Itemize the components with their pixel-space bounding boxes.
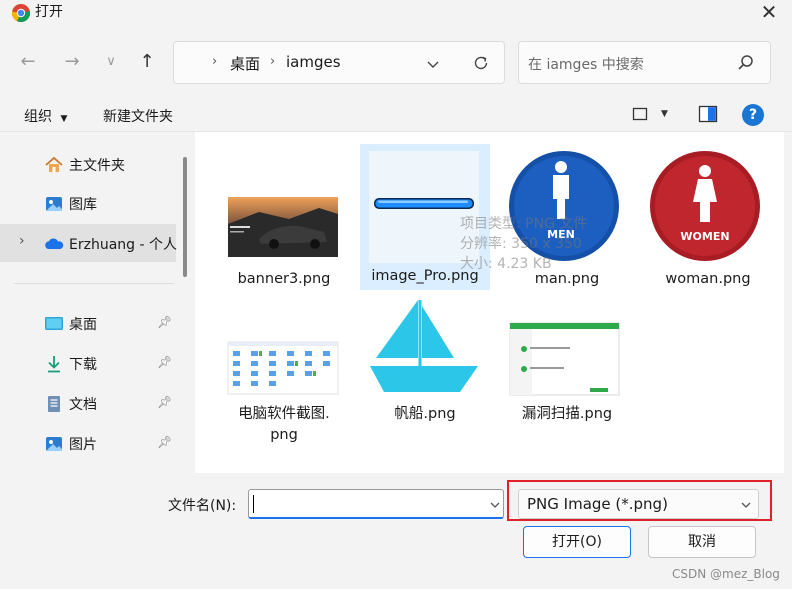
view-mode-icon[interactable] <box>632 106 648 122</box>
refresh-icon[interactable] <box>472 54 490 72</box>
sidebar-scrollbar[interactable] <box>183 157 187 277</box>
address-bar[interactable]: › 桌面 › iamges <box>173 41 505 84</box>
tooltip-type: 项目类型: PNG 文件 <box>460 216 588 232</box>
file-name: woman.png <box>665 271 751 287</box>
file-name: 帆船.png <box>394 406 456 422</box>
chrome-icon <box>12 4 31 23</box>
banner3-thumbnail <box>228 197 338 257</box>
sidebar-item-label: Erzhuang - 个人 <box>69 237 177 253</box>
caret-down-icon: ▼ <box>60 114 68 124</box>
title-bar: 打开 ✕ <box>0 0 792 26</box>
sidebar-item-label: 图库 <box>69 197 97 213</box>
search-icon[interactable] <box>736 53 756 73</box>
software-screenshot-thumbnail <box>227 341 339 395</box>
forward-button[interactable]: → <box>58 48 86 76</box>
sidebar-item-gallery[interactable]: 图库 <box>0 184 176 222</box>
filename-label: 文件名(N): <box>168 498 237 514</box>
sidebar-item-documents[interactable]: 文档 📌︎ <box>0 384 176 422</box>
woman-sign-thumbnail: WOMEN <box>650 151 760 261</box>
new-folder-button[interactable]: 新建文件夹 <box>103 106 173 126</box>
open-button[interactable]: 打开(O) <box>523 526 631 558</box>
preview-pane-icon[interactable] <box>698 105 718 123</box>
chevron-down-icon[interactable] <box>426 57 440 71</box>
search-box[interactable]: 在 iamges 中搜索 <box>518 41 771 84</box>
file-item-woman[interactable]: WOMEN woman.png <box>643 144 773 304</box>
annotation-red-box <box>507 480 772 521</box>
breadcrumb-iamges[interactable]: iamges <box>286 53 341 71</box>
chevron-down-icon[interactable] <box>489 499 501 511</box>
organize-menu[interactable]: 组织 ▼ <box>24 106 67 126</box>
sidebar-item-onedrive[interactable]: › Erzhuang - 个人 <box>0 224 177 262</box>
filename-input[interactable] <box>248 489 504 519</box>
back-button[interactable]: ← <box>14 48 42 76</box>
tooltip-size: 大小: 4.23 KB <box>460 256 552 272</box>
chevron-right-icon: › <box>212 54 218 69</box>
vuln-scan-thumbnail <box>509 322 620 396</box>
window-title: 打开 <box>35 4 63 20</box>
organize-label: 组织 <box>24 109 52 125</box>
search-input[interactable]: 在 iamges 中搜索 <box>528 54 644 74</box>
file-name: 漏洞扫描.png <box>521 406 613 422</box>
home-icon <box>45 156 63 172</box>
pin-icon[interactable]: 📌︎ <box>157 355 172 369</box>
desktop-icon <box>45 317 63 330</box>
download-icon <box>48 356 60 373</box>
sidebar-item-pictures[interactable]: 图片 📌︎ <box>0 424 176 462</box>
help-button[interactable]: ? <box>742 104 764 126</box>
text-caret <box>253 495 254 513</box>
file-item-software-screenshot[interactable]: 电脑软件截图. png <box>219 296 349 456</box>
sidebar-item-label: 图片 <box>69 437 97 453</box>
file-name: banner3.png <box>237 271 331 287</box>
sidebar-item-label: 文档 <box>69 397 97 413</box>
sidebar-item-label: 主文件夹 <box>69 158 125 174</box>
view-options-caret-icon[interactable]: ▼ <box>661 109 668 119</box>
woman-sign-label: WOMEN <box>680 230 729 243</box>
pin-icon[interactable]: 📌︎ <box>157 395 172 409</box>
file-item-vuln-scan[interactable]: 漏洞扫描.png <box>502 296 632 456</box>
pin-icon[interactable]: 📌︎ <box>157 315 172 329</box>
sidebar-divider <box>14 283 174 284</box>
navigation-pane: 主文件夹 图库 › Erzhuang - 个人 桌面 📌︎ 下载 📌︎ 文档 📌… <box>0 132 195 473</box>
tooltip-resolution: 分辨率: 350 x 350 <box>460 236 582 252</box>
watermark-text: CSDN @mez_Blog <box>672 567 780 581</box>
sidebar-item-desktop[interactable]: 桌面 📌︎ <box>0 304 176 342</box>
recent-locations-chevron-icon[interactable]: ∨ <box>97 48 125 76</box>
file-name: 电脑软件截图. png <box>219 404 349 446</box>
sidebar-item-label: 下载 <box>69 357 97 373</box>
breadcrumb-desktop[interactable]: 桌面 <box>230 53 260 74</box>
gallery-icon <box>46 197 62 211</box>
expand-chevron-icon[interactable]: › <box>19 233 25 249</box>
up-button[interactable]: ↑ <box>133 48 161 76</box>
close-button[interactable]: ✕ <box>746 0 792 26</box>
sidebar-item-downloads[interactable]: 下载 📌︎ <box>0 344 176 382</box>
sidebar-item-home[interactable]: 主文件夹 <box>0 145 176 183</box>
file-item-banner3[interactable]: banner3.png <box>219 144 349 304</box>
document-icon <box>48 396 60 412</box>
file-info-tooltip: 项目类型: PNG 文件 分辨率: 350 x 350 大小: 4.23 KB <box>460 214 587 274</box>
pictures-icon <box>46 437 62 451</box>
pin-icon[interactable]: 📌︎ <box>157 435 172 449</box>
onedrive-cloud-icon <box>45 238 64 249</box>
cancel-button[interactable]: 取消 <box>648 526 756 558</box>
sidebar-item-label: 桌面 <box>69 317 97 333</box>
sailboat-thumbnail <box>370 300 478 392</box>
file-name-text: 电脑软件截图. png <box>238 406 330 443</box>
file-item-sailboat[interactable]: 帆船.png <box>360 296 490 456</box>
chevron-right-icon: › <box>270 54 276 69</box>
